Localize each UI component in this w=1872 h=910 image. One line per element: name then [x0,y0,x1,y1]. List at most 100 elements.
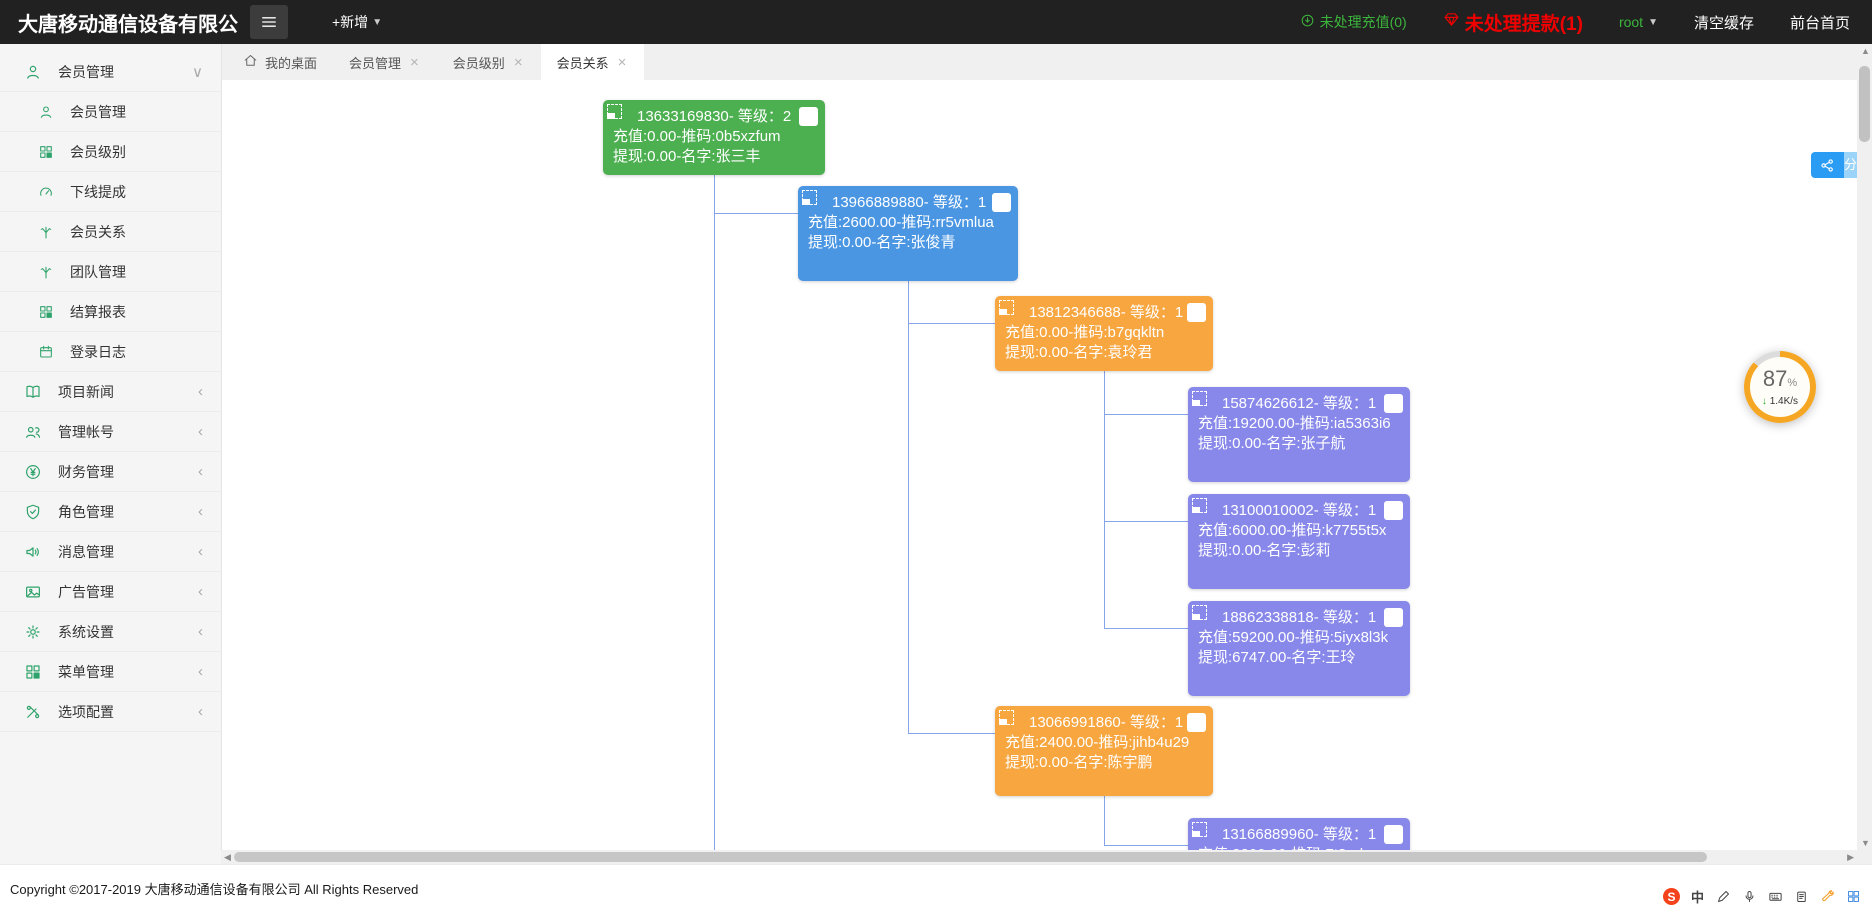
tab-会员关系[interactable]: 会员关系× [541,44,645,80]
wrench-icon[interactable] [1819,888,1836,905]
member-node[interactable]: 13812346688- 等级：1充值:0.00-推码:b7gqkltn提现:0… [995,296,1213,371]
sidebar-item-15[interactable]: 菜单管理‹ [0,652,221,692]
share-widget[interactable]: 分 [1811,152,1860,178]
front-home-button[interactable]: 前台首页 [1790,12,1850,33]
sidebar-item-0[interactable]: 会员管理∨ [0,52,221,92]
member-relation-tree-canvas[interactable]: 13633169830- 等级：2充值:0.00-推码:0b5xzfum提现:0… [221,80,1857,850]
node-checkbox[interactable] [799,107,818,126]
share-icon[interactable] [1811,152,1844,178]
input-mode-cn[interactable]: 中 [1689,888,1706,905]
tree-connector [1104,521,1188,522]
expand-toggle-icon[interactable] [1192,822,1207,837]
tab-label: 会员级别 [453,53,505,72]
sidebar-item-13[interactable]: 广告管理‹ [0,572,221,612]
user-menu[interactable]: root ▼ [1619,14,1658,30]
chevron-left-icon: ‹ [198,423,203,440]
sidebar-item-label: 会员管理 [70,102,221,122]
member-node[interactable]: 13966889880- 等级：1充值:2600.00-推码:rr5vmlua提… [798,186,1018,281]
blue-grid-icon[interactable] [1845,888,1862,905]
sidebar-item-9[interactable]: 管理帐号‹ [0,412,221,452]
scroll-left-icon[interactable]: ◀ [224,853,231,862]
sidebar-item-label: 消息管理 [58,542,198,562]
sidebar-item-label: 项目新闻 [58,382,198,402]
node-checkbox[interactable] [1187,303,1206,322]
scroll-down-icon[interactable]: ▼ [1861,839,1870,848]
sogou-logo[interactable]: S [1663,888,1680,905]
sidebar-item-label: 选项配置 [58,702,198,722]
keyboard-icon[interactable] [1767,888,1784,905]
tab-close-icon[interactable]: × [512,53,525,72]
member-node[interactable]: 13066991860- 等级：1充值:2400.00-推码:jihb4u29提… [995,706,1213,796]
gauge-icon [38,184,54,200]
clipboard-icon[interactable] [1793,888,1810,905]
sidebar-item-3[interactable]: 下线提成 [0,172,221,212]
node-checkbox[interactable] [992,193,1011,212]
sidebar-item-label: 会员关系 [70,222,221,242]
tab-会员级别[interactable]: 会员级别 × [437,44,541,80]
sidebar-item-8[interactable]: 项目新闻‹ [0,372,221,412]
vertical-scroll-thumb[interactable] [1859,66,1870,142]
new-dropdown-button[interactable]: +新增 ▼ [332,12,382,32]
pending-recharge-link[interactable]: 未处理充值(0) [1300,12,1407,32]
horizontal-scroll-thumb[interactable] [234,852,1707,862]
sidebar-item-14[interactable]: 系统设置‹ [0,612,221,652]
node-detail-line: 提现:0.00-名字:袁玲君 [1005,343,1203,363]
tab-我的桌面[interactable]: 我的桌面 [227,44,333,80]
sidebar-item-16[interactable]: 选项配置‹ [0,692,221,732]
calendar-icon [38,344,54,360]
pen-icon[interactable] [1715,888,1732,905]
sidebar-item-1[interactable]: 会员管理 [0,92,221,132]
node-title: 13166889960- 等级：1 [1222,825,1400,845]
sidebar-item-2[interactable]: 会员级别 [0,132,221,172]
tab-会员管理[interactable]: 会员管理 × [333,44,437,80]
clear-cache-button[interactable]: 清空缓存 [1694,12,1754,33]
expand-toggle-icon[interactable] [999,710,1014,725]
node-checkbox[interactable] [1384,394,1403,413]
node-detail-line: 提现:6747.00-名字:王玲 [1198,648,1400,668]
member-node[interactable]: 18862338818- 等级：1充值:59200.00-推码:5iyx8l3k… [1188,601,1410,696]
sidebar-item-10[interactable]: 财务管理‹ [0,452,221,492]
expand-toggle-icon[interactable] [607,104,622,119]
horizontal-scrollbar[interactable]: ◀ ▶ [221,850,1857,864]
node-checkbox[interactable] [1384,608,1403,627]
download-arrow-icon: ↓ [1762,396,1767,407]
sidebar-item-7[interactable]: 登录日志 [0,332,221,372]
sidebar-item-6[interactable]: 结算报表 [0,292,221,332]
member-node[interactable]: 13100010002- 等级：1充值:6000.00-推码:k7755t5x提… [1188,494,1410,589]
node-checkbox[interactable] [1384,825,1403,844]
tab-close-icon[interactable]: × [408,53,421,72]
tab-close-icon[interactable]: × [616,53,629,72]
node-title: 15874626612- 等级：1 [1222,394,1400,414]
mic-icon[interactable] [1741,888,1758,905]
sidebar-item-4[interactable]: 会员关系 [0,212,221,252]
expand-toggle-icon[interactable] [999,300,1014,315]
tree-connector [908,733,995,734]
member-node[interactable]: 13166889960- 等级：1充值:2200.00-推码:7t8rph [1188,818,1410,850]
member-node[interactable]: 13633169830- 等级：2充值:0.00-推码:0b5xzfum提现:0… [603,100,825,175]
pending-withdraw-label: 未处理提款(1) [1465,9,1583,36]
tree-connector [908,323,995,324]
expand-toggle-icon[interactable] [802,190,817,205]
expand-toggle-icon[interactable] [1192,391,1207,406]
tab-label: 会员管理 [349,53,401,72]
node-checkbox[interactable] [1384,501,1403,520]
pending-withdraw-link[interactable]: 未处理提款(1) [1443,9,1583,36]
sidebar-item-11[interactable]: 角色管理‹ [0,492,221,532]
node-checkbox[interactable] [1187,713,1206,732]
expand-toggle-icon[interactable] [1192,605,1207,620]
sidebar-item-12[interactable]: 消息管理‹ [0,532,221,572]
vertical-scrollbar[interactable]: ▲ ▼ [1857,44,1872,864]
sidebar-toggle-button[interactable] [250,5,288,39]
sidebar-item-label: 会员管理 [58,62,192,82]
sidebar-nav: 会员管理∨会员管理会员级别下线提成会员关系团队管理结算报表登录日志项目新闻‹管理… [0,44,222,864]
sidebar-item-label: 广告管理 [58,582,198,602]
download-progress-widget[interactable]: 87% ↓ 1.4K/s [1744,351,1816,423]
expand-toggle-icon[interactable] [1192,498,1207,513]
tree-icon [38,224,54,240]
scroll-right-icon[interactable]: ▶ [1847,853,1854,862]
member-node[interactable]: 15874626612- 等级：1充值:19200.00-推码:ia5363i6… [1188,387,1410,482]
sidebar-item-5[interactable]: 团队管理 [0,252,221,292]
node-detail-line: 充值:6000.00-推码:k7755t5x [1198,521,1400,541]
users-icon [24,423,42,441]
scroll-up-icon[interactable]: ▲ [1861,47,1870,56]
